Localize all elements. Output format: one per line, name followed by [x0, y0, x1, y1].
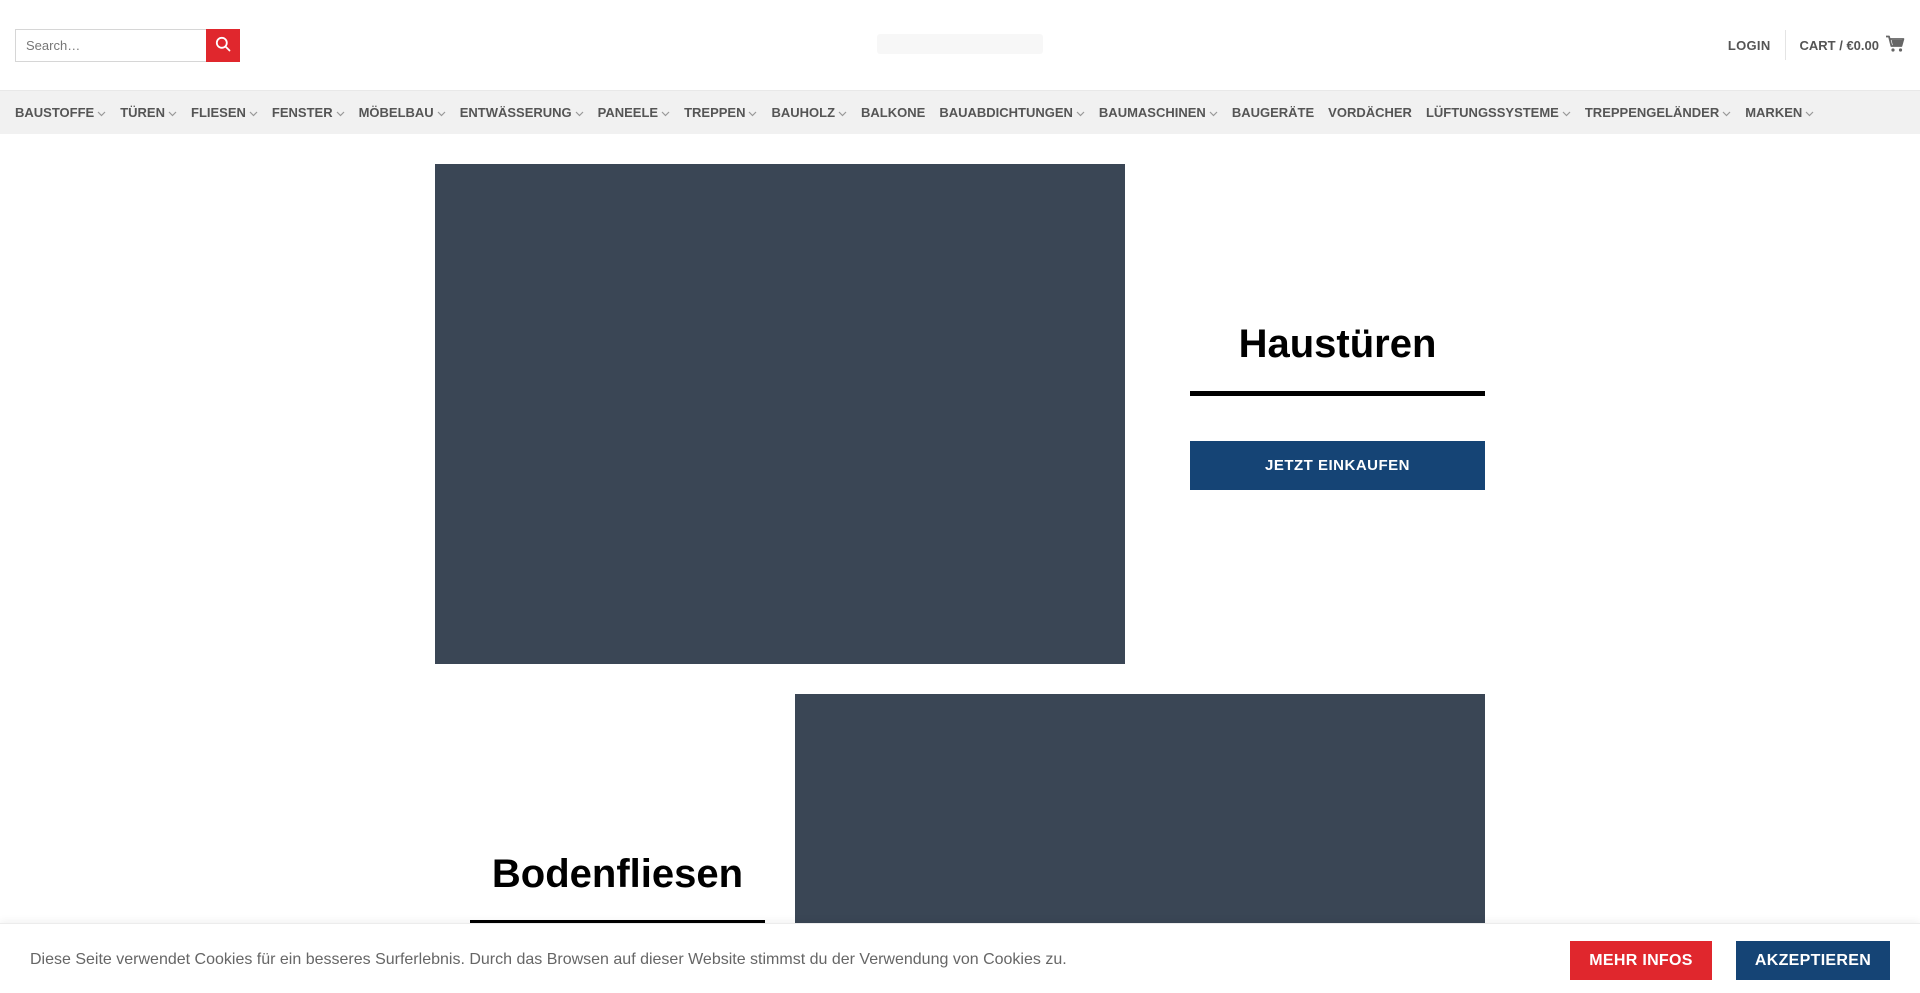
nav-item-label: BAUSTOFFE — [15, 105, 95, 120]
nav-item-tueren[interactable]: TÜREN — [120, 105, 177, 120]
cart-label: CART / €0.00 — [1799, 37, 1879, 53]
nav-item-fenster[interactable]: FENSTER — [272, 105, 345, 120]
nav-item-vordaecher[interactable]: VORDÄCHER — [1328, 105, 1412, 120]
nav-item-baugeraete[interactable]: BAUGERÄTE — [1232, 105, 1314, 120]
chevron-down-icon — [748, 105, 757, 120]
cart-icon — [1885, 35, 1905, 56]
chevron-down-icon — [336, 105, 345, 120]
site-header: LOGIN CART / €0.00 — [0, 0, 1920, 90]
nav-item-paneele[interactable]: PANEELE — [598, 105, 670, 120]
title-underline — [1190, 391, 1485, 396]
header-account-area: LOGIN CART / €0.00 — [1728, 28, 1905, 62]
nav-item-label: MARKEN — [1745, 105, 1803, 120]
category-title-bodenfliesen: Bodenfliesen — [491, 852, 744, 896]
chevron-down-icon — [1209, 105, 1218, 120]
nav-item-label: VORDÄCHER — [1328, 105, 1412, 120]
shop-now-button[interactable]: JETZT EINKAUFEN — [1190, 441, 1485, 490]
category-title-haustueren: Haustüren — [1238, 322, 1437, 366]
nav-item-label: MÖBELBAU — [358, 105, 434, 120]
nav-item-label: TREPPENGELÄNDER — [1584, 105, 1720, 120]
nav-item-fliesen[interactable]: FLIESEN — [191, 105, 258, 120]
nav-item-marken[interactable]: MARKEN — [1745, 105, 1814, 120]
cookie-message: Diese Seite verwendet Cookies für ein be… — [30, 951, 1067, 968]
chevron-down-icon — [1076, 105, 1085, 120]
nav-item-label: LÜFTUNGSSYSTEME — [1425, 105, 1559, 120]
nav-item-label: BAUABDICHTUNGEN — [939, 105, 1073, 120]
site-logo[interactable] — [877, 34, 1043, 54]
accept-cookies-button[interactable]: AKZEPTIEREN — [1736, 941, 1890, 980]
nav-item-balkone[interactable]: BALKONE — [861, 105, 925, 120]
chevron-down-icon — [661, 105, 670, 120]
chevron-down-icon — [1805, 105, 1814, 120]
chevron-down-icon — [838, 105, 847, 120]
search-icon — [215, 36, 231, 55]
chevron-down-icon — [97, 105, 106, 120]
nav-item-label: FLIESEN — [191, 105, 246, 120]
header-divider — [1784, 30, 1786, 60]
nav-item-label: BAUMASCHINEN — [1098, 105, 1206, 120]
nav-item-lueftungssysteme[interactable]: LÜFTUNGSSYSTEME — [1426, 105, 1571, 120]
login-link[interactable]: LOGIN — [1728, 38, 1771, 53]
nav-item-entwaesserung[interactable]: ENTWÄSSERUNG — [460, 105, 584, 120]
cart-link[interactable]: CART / €0.00 — [1800, 35, 1905, 56]
nav-item-bauabdichtungen[interactable]: BAUABDICHTUNGEN — [939, 105, 1085, 120]
search-form — [15, 29, 240, 62]
nav-item-moebelbau[interactable]: MÖBELBAU — [359, 105, 446, 120]
chevron-down-icon — [168, 105, 177, 120]
nav-item-baustoffe[interactable]: BAUSTOFFE — [15, 105, 106, 120]
nav-item-label: BAUHOLZ — [771, 105, 836, 120]
category-image-haustueren[interactable] — [435, 164, 1125, 664]
nav-item-label: TREPPEN — [684, 105, 746, 120]
nav-item-treppengelaender[interactable]: TREPPENGELÄNDER — [1585, 105, 1731, 120]
nav-item-label: PANEELE — [597, 105, 659, 120]
search-input[interactable] — [15, 29, 206, 62]
nav-item-treppen[interactable]: TREPPEN — [684, 105, 757, 120]
search-button[interactable] — [206, 29, 240, 62]
chevron-down-icon — [1562, 105, 1571, 120]
nav-item-label: ENTWÄSSERUNG — [459, 105, 572, 120]
nav-item-baumaschinen[interactable]: BAUMASCHINEN — [1099, 105, 1218, 120]
chevron-down-icon — [249, 105, 258, 120]
cookie-banner: Diese Seite verwendet Cookies für ein be… — [0, 923, 1920, 993]
main-navigation: BAUSTOFFE TÜREN FLIESEN FENSTER MÖBELBAU… — [0, 90, 1920, 134]
nav-item-label: BALKONE — [861, 105, 926, 120]
nav-item-label: FENSTER — [271, 105, 333, 120]
chevron-down-icon — [437, 105, 446, 120]
nav-item-label: TÜREN — [120, 105, 165, 120]
nav-item-label: BAUGERÄTE — [1231, 105, 1315, 120]
more-info-button[interactable]: MEHR INFOS — [1570, 941, 1712, 980]
nav-item-bauholz[interactable]: BAUHOLZ — [771, 105, 847, 120]
chevron-down-icon — [575, 105, 584, 120]
chevron-down-icon — [1722, 105, 1731, 120]
